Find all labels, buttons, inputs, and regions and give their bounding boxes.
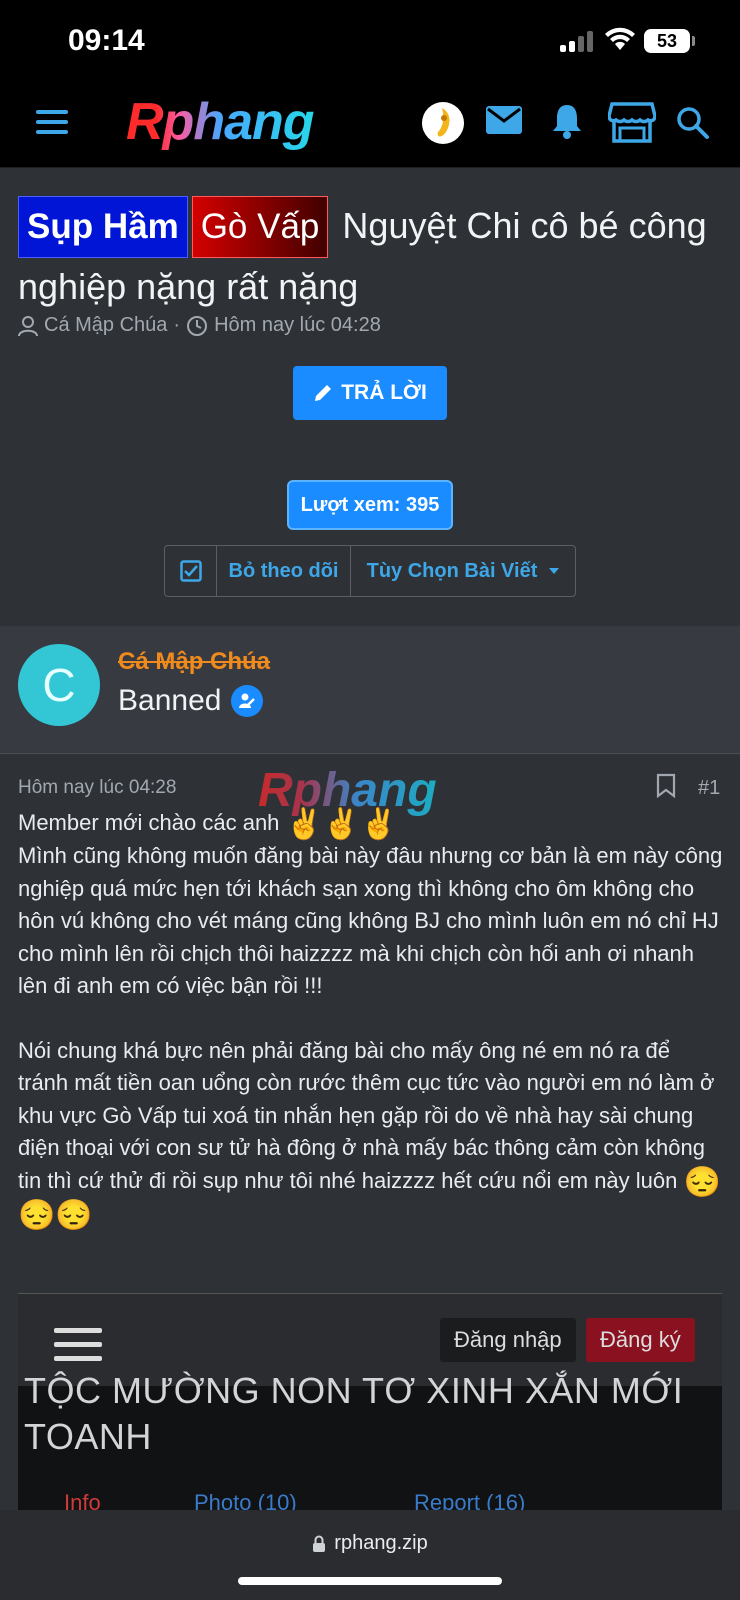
- thread-options-group: Bỏ theo dõi Tùy Chọn Bài Viết: [164, 545, 576, 597]
- battery-nub: [692, 36, 695, 46]
- views-badge[interactable]: Lượt xem: 395: [287, 480, 453, 530]
- embed-tab-info: Info: [64, 1490, 101, 1511]
- post-greeting: Member mới chào các anh ✌️✌️✌️: [18, 807, 726, 840]
- caret-down-icon: [549, 568, 560, 574]
- mail-icon[interactable]: [485, 104, 523, 136]
- account-avatar[interactable]: [422, 102, 464, 144]
- unwatch-button[interactable]: Bỏ theo dõi: [217, 546, 351, 596]
- post-paragraph-2-text: Nói chung khá bực nên phải đăng bài cho …: [18, 1037, 715, 1193]
- cellular-signal-icon: [560, 30, 596, 52]
- post-options-label: Tùy Chọn Bài Viết: [366, 559, 538, 582]
- battery-indicator: 53: [644, 29, 690, 53]
- search-icon[interactable]: [676, 106, 710, 140]
- thread-date[interactable]: Hôm nay lúc 04:28: [214, 314, 381, 337]
- embed-tabs: Info Photo (10) Report (16): [24, 1476, 714, 1511]
- checkbox-icon: [179, 560, 202, 582]
- url-bar[interactable]: rphang.zip: [0, 1532, 740, 1555]
- status-bar: 09:14 53: [0, 0, 740, 80]
- bell-icon[interactable]: [550, 102, 584, 140]
- thread-header: Sụp Hầm Gò Vấp Nguyệt Chi cô bé công nghi…: [0, 168, 740, 626]
- post-body: Member mới chào các anh ✌️✌️✌️ Mình cũng…: [18, 807, 726, 1231]
- reply-button[interactable]: TRẢ LỜI: [293, 366, 447, 420]
- bookmark-icon[interactable]: [656, 773, 676, 799]
- post-paragraph-2: Nói chung khá bực nên phải đăng bài cho …: [18, 1035, 726, 1231]
- embed-tab-photo: Photo (10): [194, 1490, 297, 1511]
- thread-author[interactable]: Cá Mập Chúa: [44, 314, 167, 337]
- post: Hôm nay lúc 04:28 Rphang #1 Member mới c…: [0, 755, 740, 1511]
- user-title-text: Banned: [118, 684, 222, 717]
- site-logo[interactable]: Rphang: [126, 92, 315, 152]
- reply-button-label: TRẢ LỜI: [341, 381, 427, 404]
- wifi-icon: [605, 27, 635, 50]
- user-avatar[interactable]: C: [18, 644, 100, 726]
- store-icon[interactable]: [608, 100, 656, 144]
- menu-icon[interactable]: [36, 110, 68, 134]
- thread-location-tag[interactable]: Gò Vấp: [191, 196, 329, 258]
- embed-register-button: Đăng ký: [586, 1318, 695, 1362]
- embed-title: TỘC MƯỜNG NON TƠ XINH XẮN MỚI TOANH: [24, 1370, 684, 1457]
- meta-separator: ·: [173, 314, 181, 336]
- thread-meta: Cá Mập Chúa · Hôm nay lúc 04:28: [18, 314, 381, 337]
- victory-hand-emoji: ✌️✌️✌️: [285, 808, 398, 841]
- thread-title: Sụp Hầm Gò Vấp Nguyệt Chi cô bé công nghi…: [18, 196, 718, 316]
- post-username[interactable]: Cá Mập Chúa: [118, 648, 270, 676]
- post-date[interactable]: Hôm nay lúc 04:28: [18, 777, 176, 799]
- post-paragraph-1: Mình cũng không muốn đăng bài này đâu nh…: [18, 843, 723, 998]
- post-greeting-text: Member mới chào các anh: [18, 810, 280, 835]
- clock-icon: [187, 315, 208, 336]
- app-header: Rphang: [0, 80, 740, 168]
- thread-prefix-tag[interactable]: Sụp Hầm: [18, 196, 188, 258]
- lock-icon: [313, 1535, 326, 1552]
- browser-address-bar: rphang.zip: [0, 1510, 740, 1600]
- embed-tab-report: Report (16): [414, 1490, 526, 1511]
- url-text: rphang.zip: [334, 1532, 428, 1554]
- post-options-dropdown[interactable]: Tùy Chọn Bài Viết: [351, 546, 575, 596]
- post-user-block: C Cá Mập Chúa Banned: [0, 626, 740, 754]
- status-time: 09:14: [68, 24, 145, 57]
- embedded-screenshot[interactable]: Đăng nhập Đăng ký TỘC MƯỜNG NON TƠ XINH …: [18, 1293, 722, 1511]
- post-number[interactable]: #1: [698, 777, 720, 800]
- embed-login-button: Đăng nhập: [440, 1318, 576, 1362]
- embed-menu-icon: [54, 1328, 102, 1370]
- home-indicator[interactable]: [238, 1577, 502, 1585]
- user-icon: [18, 315, 38, 336]
- pencil-icon: [315, 385, 332, 401]
- verified-badge-icon: [231, 685, 264, 717]
- user-title: Banned: [118, 684, 264, 718]
- select-checkbox[interactable]: [165, 546, 217, 596]
